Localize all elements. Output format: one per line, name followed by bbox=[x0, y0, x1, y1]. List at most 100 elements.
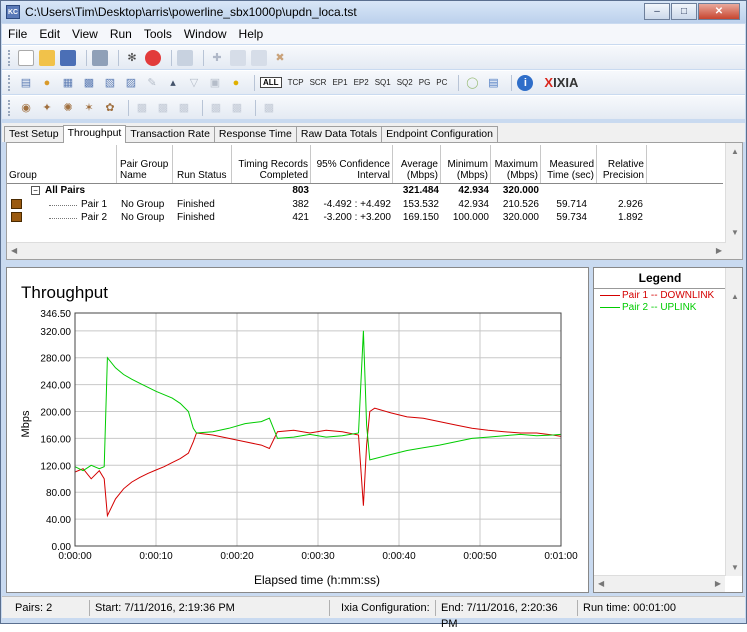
open-folder-icon[interactable] bbox=[39, 49, 55, 66]
compare-icon[interactable]: ✶ bbox=[81, 100, 97, 116]
chart-3-icon[interactable]: ▩ bbox=[176, 100, 192, 116]
paste-icon[interactable] bbox=[251, 49, 267, 66]
chart-6-icon[interactable]: ▩ bbox=[261, 100, 277, 116]
sort-icon[interactable]: ◯ bbox=[464, 75, 480, 91]
export-icon[interactable]: ▤ bbox=[485, 75, 501, 91]
grid-horizontal-scrollbar[interactable]: ◀ ▶ bbox=[7, 242, 726, 259]
chart-5-icon[interactable]: ▩ bbox=[229, 100, 245, 116]
menu-view[interactable]: View bbox=[66, 27, 104, 41]
filter-all-button[interactable]: ALL bbox=[260, 77, 282, 88]
close-button[interactable]: ✕ bbox=[698, 3, 740, 20]
filter-icon[interactable]: ▽ bbox=[186, 75, 202, 91]
header-line: Relative bbox=[607, 159, 644, 170]
filter-tcp-button[interactable]: TCP bbox=[288, 78, 304, 87]
tab-response-time[interactable]: Response Time bbox=[213, 126, 297, 142]
legend-item-pair-1[interactable]: Pair 1 -- DOWNLINK bbox=[600, 290, 714, 301]
graph-icon[interactable]: ▴ bbox=[165, 75, 181, 91]
pane-splitter[interactable] bbox=[2, 261, 745, 266]
y-tick-label: 320.00 bbox=[40, 327, 71, 338]
copy-icon[interactable] bbox=[230, 49, 246, 66]
column-header-average[interactable]: Average (Mbps) bbox=[393, 145, 441, 183]
filter-sq1-button[interactable]: SQ1 bbox=[375, 78, 391, 87]
pair-icon[interactable]: ▤ bbox=[18, 75, 34, 91]
tools-icon[interactable]: ✺ bbox=[60, 100, 76, 116]
filter-ep2-button[interactable]: EP2 bbox=[354, 78, 369, 87]
column-header-maximum[interactable]: Maximum (Mbps) bbox=[491, 145, 541, 183]
save-icon[interactable] bbox=[60, 49, 76, 66]
column-header-group[interactable]: Group bbox=[7, 145, 117, 183]
throughput-wizard-icon[interactable]: ✦ bbox=[39, 100, 55, 116]
options-icon[interactable]: ✿ bbox=[102, 100, 118, 116]
column-header-timing-records[interactable]: Timing Records Completed bbox=[232, 145, 311, 183]
maximize-button[interactable]: □ bbox=[671, 3, 697, 20]
minimize-button[interactable]: – bbox=[644, 3, 670, 20]
info-icon[interactable]: i bbox=[517, 74, 534, 91]
endpoint-icon[interactable]: ▧ bbox=[102, 75, 118, 91]
toolbar-separator bbox=[128, 99, 129, 116]
menu-tools[interactable]: Tools bbox=[138, 27, 178, 41]
print-icon[interactable] bbox=[92, 49, 108, 66]
chart-1-icon[interactable]: ▩ bbox=[134, 100, 150, 116]
y-tick-label: 240.00 bbox=[40, 381, 71, 392]
menu-window[interactable]: Window bbox=[178, 27, 233, 41]
table-row[interactable]: Pair 2 No Group Finished 421 -3.200 : +3… bbox=[7, 212, 723, 225]
column-header-measured-time[interactable]: Measured Time (sec) bbox=[541, 145, 597, 183]
menu-help[interactable]: Help bbox=[233, 27, 270, 41]
tab-throughput[interactable]: Throughput bbox=[62, 125, 127, 143]
table-row-all-pairs[interactable]: − All Pairs 803 321.484 42.934 320.000 bbox=[7, 185, 723, 198]
chart-2-icon[interactable]: ▩ bbox=[155, 100, 171, 116]
menu-run[interactable]: Run bbox=[104, 27, 138, 41]
wizard-icon[interactable]: ◉ bbox=[18, 100, 34, 116]
header-label: Pair Group Name bbox=[120, 159, 168, 181]
delete-icon[interactable]: ✖ bbox=[272, 50, 288, 66]
stop-icon[interactable] bbox=[145, 49, 161, 66]
add-pair-icon[interactable]: ✚ bbox=[209, 50, 225, 66]
script-icon[interactable]: ✎ bbox=[144, 75, 160, 91]
legend-horizontal-scrollbar[interactable]: ◀ ▶ bbox=[594, 575, 725, 592]
scroll-right-icon[interactable]: ▶ bbox=[716, 246, 722, 255]
results-grid: Group Pair Group Name Run Status Timing R… bbox=[6, 142, 743, 260]
new-file-icon[interactable] bbox=[18, 49, 34, 66]
scroll-left-icon[interactable]: ◀ bbox=[11, 246, 17, 255]
collapse-icon[interactable]: − bbox=[31, 186, 40, 195]
save-results-icon[interactable] bbox=[177, 49, 193, 66]
scroll-down-icon[interactable]: ▼ bbox=[731, 563, 739, 572]
toolbar-separator bbox=[254, 74, 255, 91]
menu-edit[interactable]: Edit bbox=[33, 27, 66, 41]
tab-endpoint-configuration[interactable]: Endpoint Configuration bbox=[381, 126, 498, 142]
tab-transaction-rate[interactable]: Transaction Rate bbox=[125, 126, 215, 142]
legend-item-pair-2[interactable]: Pair 2 -- UPLINK bbox=[600, 302, 696, 313]
scroll-right-icon[interactable]: ▶ bbox=[715, 579, 721, 588]
scroll-down-icon[interactable]: ▼ bbox=[731, 228, 739, 237]
title-bar[interactable]: KC C:\Users\Tim\Desktop\arris\powerline_… bbox=[1, 1, 746, 23]
filter-pc-button[interactable]: PC bbox=[436, 78, 447, 87]
column-header-run-status[interactable]: Run Status bbox=[173, 145, 232, 183]
hint-icon[interactable]: ● bbox=[228, 75, 244, 91]
filter-pg-button[interactable]: PG bbox=[419, 78, 431, 87]
filter-ep1-button[interactable]: EP1 bbox=[332, 78, 347, 87]
multicast-icon[interactable]: ● bbox=[39, 75, 55, 91]
report-icon[interactable]: ▣ bbox=[207, 75, 223, 91]
filter-sq2-button[interactable]: SQ2 bbox=[397, 78, 413, 87]
scroll-up-icon[interactable]: ▲ bbox=[731, 147, 739, 156]
column-header-confidence-interval[interactable]: 95% Confidence Interval bbox=[311, 145, 393, 183]
group-icon[interactable]: ▨ bbox=[123, 75, 139, 91]
grid-vertical-scrollbar[interactable]: ▲ ▼ bbox=[725, 143, 742, 259]
tab-raw-data-totals[interactable]: Raw Data Totals bbox=[295, 126, 383, 142]
network-icon[interactable]: ▩ bbox=[81, 75, 97, 91]
legend-vertical-scrollbar[interactable]: ▲ ▼ bbox=[725, 268, 742, 576]
toolbar-separator bbox=[511, 74, 513, 91]
cell-group: No Group bbox=[121, 212, 165, 223]
menu-file[interactable]: File bbox=[2, 27, 33, 41]
run-icon[interactable]: ✻ bbox=[124, 50, 140, 66]
scroll-left-icon[interactable]: ◀ bbox=[598, 579, 604, 588]
column-header-pair-group-name[interactable]: Pair Group Name bbox=[117, 145, 173, 183]
tab-test-setup[interactable]: Test Setup bbox=[4, 126, 64, 142]
scroll-up-icon[interactable]: ▲ bbox=[731, 292, 739, 301]
chart-4-icon[interactable]: ▩ bbox=[208, 100, 224, 116]
edit-pair-icon[interactable]: ▦ bbox=[60, 75, 76, 91]
column-header-minimum[interactable]: Minimum (Mbps) bbox=[441, 145, 491, 183]
table-row[interactable]: Pair 1 No Group Finished 382 -4.492 : +4… bbox=[7, 199, 723, 212]
column-header-relative-precision[interactable]: Relative Precision bbox=[597, 145, 647, 183]
filter-scr-button[interactable]: SCR bbox=[310, 78, 327, 87]
